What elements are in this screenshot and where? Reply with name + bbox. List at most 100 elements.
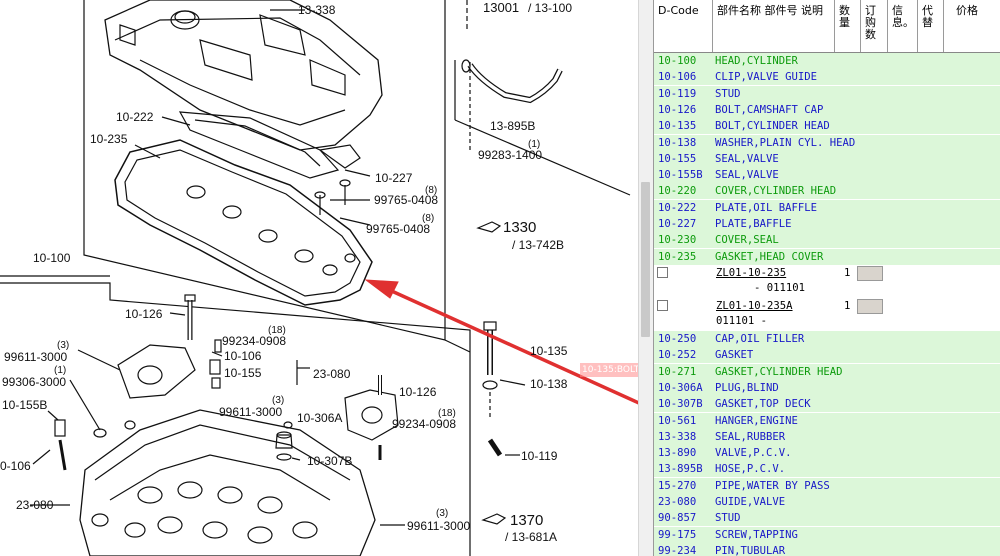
table-row[interactable]: 13-890 VALVE,P.C.V. — [654, 445, 1000, 462]
header-qty[interactable]: 数量 — [835, 0, 861, 52]
row-dcode: 90-857 — [658, 512, 697, 525]
row-dcode: 10-138 — [658, 136, 697, 149]
row-part-name: CAP,OIL FILLER — [715, 333, 805, 345]
table-row[interactable]: 10-227 PLATE,BAFFLE — [654, 216, 1000, 232]
table-row[interactable]: 90-857 STUD — [654, 510, 1000, 527]
label-99283-1400: 99283-1400 — [478, 148, 542, 162]
label-10-106: 10-106 — [224, 349, 262, 363]
table-row[interactable]: 10-119 STUD — [654, 85, 1000, 102]
row-part-name: GASKET,TOP DECK — [715, 398, 811, 411]
label-13-100: / 13-100 — [528, 1, 572, 15]
row-part-name: HEAD,CYLINDER — [715, 55, 798, 67]
row-dcode: 10-227 — [658, 218, 697, 230]
row-part-name: BOLT,CAMSHAFT CAP — [715, 103, 824, 116]
label-1330: 1330 — [503, 219, 536, 236]
row-part-name: GASKET,HEAD COVER — [715, 250, 824, 263]
order-qty-input[interactable] — [857, 299, 883, 314]
table-row[interactable]: 13-338 SEAL,RUBBER — [654, 428, 1000, 445]
row-dcode: 13-895B — [658, 463, 703, 476]
table-row[interactable]: 10-230 COVER,SEAL — [654, 232, 1000, 249]
label-10-307b: 10-307B — [307, 454, 352, 468]
header-price[interactable]: 价格 — [944, 0, 1000, 52]
label-10-135: 10-135 — [530, 344, 568, 358]
label-99611-3000c: 99611-3000 — [407, 519, 470, 533]
label-99306-3000: 99306-3000 — [2, 375, 66, 389]
table-row[interactable]: 15-270 PIPE,WATER BY PASS — [654, 477, 1000, 494]
label-1370: 1370 — [510, 512, 543, 529]
select-checkbox[interactable] — [657, 267, 668, 278]
row-part-name: GUIDE,VALVE — [715, 496, 786, 508]
label-10-306a: 10-306A — [297, 411, 342, 425]
row-dcode: 10-220 — [658, 185, 697, 198]
row-part-name: SEAL,VALVE — [715, 169, 779, 182]
row-part-name: SEAL,VALVE — [715, 152, 779, 165]
header-order-qty[interactable]: 订购数 — [861, 0, 888, 52]
part-number[interactable]: ZL01-10-235A — [716, 300, 793, 312]
table-row[interactable]: 10-307B GASKET,TOP DECK — [654, 396, 1000, 413]
row-part-name: GASKET — [715, 349, 754, 362]
label-99765-0408b: 99765-0408 — [366, 222, 430, 236]
header-part-name[interactable]: 部件名称 部件号 说明 — [713, 0, 835, 52]
table-row[interactable]: 10-252 GASKET — [654, 347, 1000, 364]
label-10-106b: 0-106 — [0, 459, 31, 473]
table-row[interactable]: 10-306A PLUG,BLIND — [654, 379, 1000, 396]
table-row[interactable]: 10-250 CAP,OIL FILLER — [654, 331, 1000, 347]
label-99611-3000b: 99611-3000 — [219, 405, 282, 419]
row-dcode: 10-307B — [658, 398, 703, 411]
row-part-name: PLATE,OIL BAFFLE — [715, 201, 818, 214]
row-dcode: 13-338 — [658, 430, 697, 443]
row-dcode: 10-222 — [658, 201, 697, 214]
row-dcode: 10-271 — [658, 365, 697, 378]
label-qty-3c: (3) — [436, 508, 448, 519]
row-dcode: 10-306A — [658, 381, 703, 394]
table-row[interactable]: 10-235 GASKET,HEAD COVER — [654, 248, 1000, 265]
label-13-681a: / 13-681A — [505, 530, 557, 544]
diagram-scrollbar[interactable] — [638, 0, 653, 556]
header-info[interactable]: 信息。 — [888, 0, 918, 52]
table-row[interactable]: 99-175 SCREW,TAPPING — [654, 526, 1000, 543]
table-row[interactable]: 23-080 GUIDE,VALVE — [654, 494, 1000, 510]
table-row[interactable]: 10-222 PLATE,OIL BAFFLE — [654, 199, 1000, 216]
header-replace[interactable]: 代替 — [918, 0, 944, 52]
row-dcode: 10-135 — [658, 120, 697, 133]
table-row[interactable]: 10-106 CLIP,VALVE GUIDE — [654, 69, 1000, 86]
label-99765-0408a: 99765-0408 — [374, 193, 438, 207]
row-dcode: 10-119 — [658, 87, 697, 100]
table-row[interactable]: 10-155 SEAL,VALVE — [654, 150, 1000, 167]
table-row[interactable]: 10-561 HANGER,ENGINE — [654, 412, 1000, 429]
row-dcode: 10-250 — [658, 333, 697, 345]
label-10-126a: 10-126 — [125, 307, 163, 321]
part-number[interactable]: ZL01-10-235 — [716, 267, 786, 279]
scrollbar-thumb[interactable] — [641, 182, 650, 337]
row-part-name: COVER,CYLINDER HEAD — [715, 185, 837, 198]
label-23-080b: 23-080 — [16, 498, 54, 512]
exploded-parts-diagram: 13-338 13001 / 13-100 10-222 10-235 13-8… — [0, 0, 645, 556]
row-dcode: 10-230 — [658, 234, 697, 247]
parts-table-header: D-Code 部件名称 部件号 说明 数量 订购数 信息。 代替 价格 — [654, 0, 1000, 53]
label-10-138: 10-138 — [530, 377, 568, 391]
label-10-119: 10-119 — [521, 449, 558, 463]
parts-list-panel: D-Code 部件名称 部件号 说明 数量 订购数 信息。 代替 价格 10-1… — [653, 0, 1000, 556]
part-date-range: - 011101 — [754, 282, 806, 294]
table-row[interactable]: 10-100 HEAD,CYLINDER — [654, 53, 1000, 69]
label-99611-3000a: 99611-3000 — [4, 350, 67, 364]
table-row[interactable]: 10-126 BOLT,CAMSHAFT CAP — [654, 101, 1000, 118]
label-10-227: 10-227 — [375, 171, 413, 185]
table-row[interactable]: 10-138 WASHER,PLAIN CYL. HEAD — [654, 134, 1000, 151]
header-dcode[interactable]: D-Code — [654, 0, 713, 52]
table-row[interactable]: 10-135 BOLT,CYLINDER HEAD — [654, 118, 1000, 135]
row-part-name: PIPE,WATER BY PASS — [715, 479, 830, 492]
table-row[interactable]: 10-155B SEAL,VALVE — [654, 167, 1000, 184]
row-dcode: 15-270 — [658, 479, 697, 492]
table-row[interactable]: 10-220 COVER,CYLINDER HEAD — [654, 183, 1000, 200]
sub-item-row: ZL01-10-235 1 - 011101 — [654, 265, 1000, 299]
row-dcode: 10-235 — [658, 250, 697, 263]
table-row[interactable]: 10-271 GASKET,CYLINDER HEAD — [654, 363, 1000, 380]
table-row[interactable]: 13-895B HOSE,P.C.V. — [654, 461, 1000, 478]
row-dcode: 10-252 — [658, 349, 697, 362]
table-row[interactable]: 99-234 PIN,TUBULAR — [654, 542, 1000, 556]
select-checkbox[interactable] — [657, 300, 668, 311]
sub-item-row: ZL01-10-235A 1 011101 - — [654, 298, 1000, 332]
order-qty-input[interactable] — [857, 266, 883, 281]
row-dcode: 10-155B — [658, 169, 703, 182]
